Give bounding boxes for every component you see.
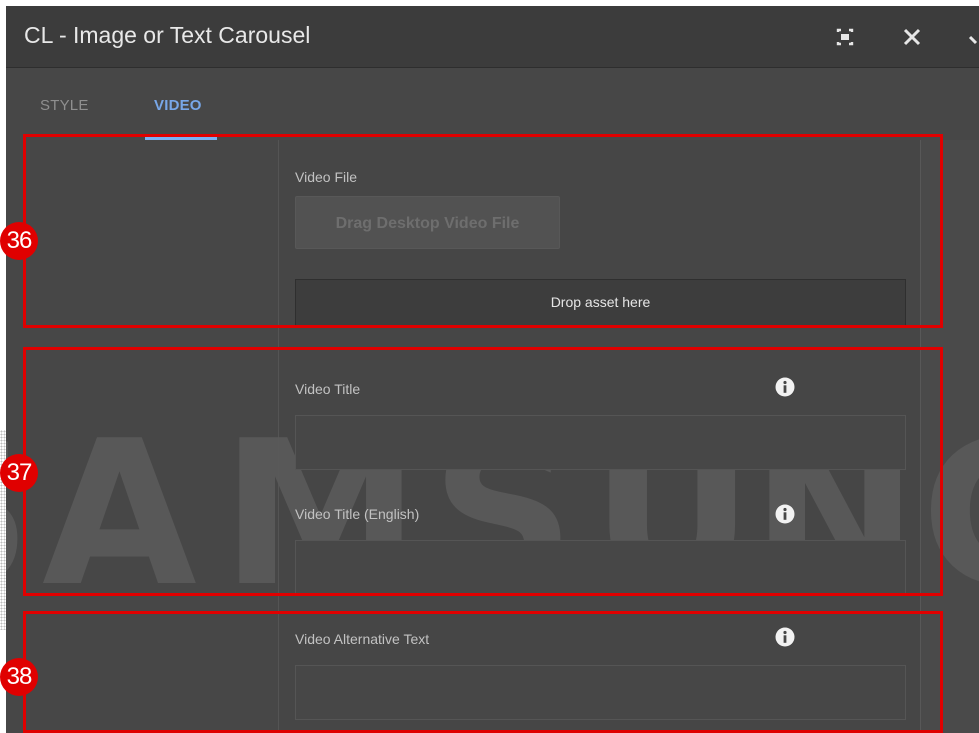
dialog-title: CL - Image or Text Carousel [24, 22, 311, 48]
tab-style[interactable]: STYLE [40, 96, 89, 116]
annotation-box-36 [23, 134, 943, 328]
annotation-box-37 [23, 347, 943, 596]
annotation-box-38 [23, 611, 943, 733]
annotation-badge-38: 38 [0, 658, 38, 696]
annotation-badge-37: 37 [0, 454, 38, 492]
title-bar: CL - Image or Text Carousel [6, 6, 979, 68]
tab-video[interactable]: VIDEO [154, 96, 202, 116]
fullscreen-icon[interactable] [832, 24, 858, 50]
close-icon[interactable] [899, 24, 925, 50]
annotation-badge-36: 36 [0, 222, 38, 260]
check-icon[interactable] [966, 24, 979, 50]
tab-bar: STYLE VIDEO [6, 68, 979, 140]
